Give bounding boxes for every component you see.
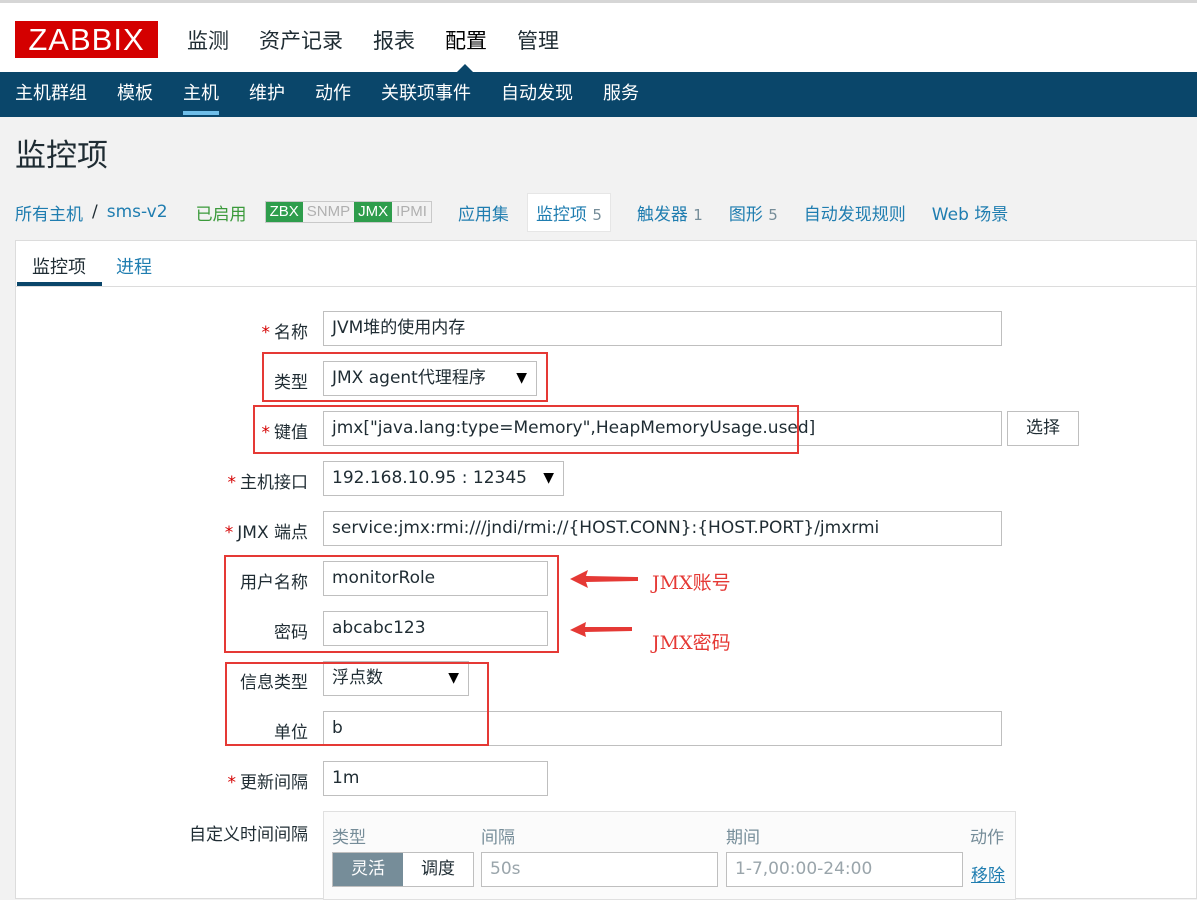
tab-items-label: 监控项 bbox=[535, 204, 587, 225]
active-tab-underline bbox=[17, 282, 102, 286]
custom-interval-input[interactable]: 50s bbox=[481, 852, 718, 887]
info-type-select[interactable]: 浮点数 ▼ bbox=[323, 661, 469, 696]
annotation-jmx-password: JMX密码 bbox=[652, 632, 731, 654]
required-mark: * bbox=[261, 323, 271, 343]
password-input[interactable]: abcabc123 bbox=[323, 611, 548, 646]
top-header: ZABBIX 监测 资产记录 报表 配置 管理 bbox=[0, 0, 1197, 75]
name-label-text: 名称 bbox=[274, 323, 308, 343]
required-mark: * bbox=[261, 423, 271, 443]
tab-graphs[interactable]: 图形 5 bbox=[729, 200, 778, 225]
type-select[interactable]: JMX agent代理程序 ▼ bbox=[323, 361, 537, 396]
nav-administration[interactable]: 管理 bbox=[502, 25, 574, 55]
subnav-hosts[interactable]: 主机 bbox=[168, 72, 234, 117]
breadcrumb-separator: / bbox=[92, 202, 98, 222]
custom-intervals-label: 自定义时间间隔 bbox=[189, 825, 308, 845]
sub-nav: 主机群组 模板 主机 维护 动作 关联项事件 自动发现 服务 bbox=[0, 72, 1197, 117]
snmp-badge: SNMP bbox=[302, 202, 355, 222]
ipmi-badge: IPMI bbox=[392, 202, 431, 222]
username-input[interactable]: monitorRole bbox=[323, 561, 548, 596]
remove-interval-link[interactable]: 移除 bbox=[971, 861, 1005, 886]
zabbix-logo[interactable]: ZABBIX bbox=[15, 21, 158, 58]
tab-web-scenarios[interactable]: Web 场景 bbox=[932, 200, 1008, 225]
interface-label-text: 主机接口 bbox=[240, 473, 308, 493]
tab-triggers[interactable]: 触发器 1 bbox=[637, 200, 703, 225]
subnav-discovery[interactable]: 自动发现 bbox=[486, 72, 588, 117]
key-label: * 键值 bbox=[148, 418, 309, 443]
jmx-badge: JMX bbox=[354, 202, 393, 222]
jmx-endpoint-input[interactable]: service:jmx:rmi:///jndi/rmi://{HOST.CONN… bbox=[323, 511, 1002, 546]
username-label: 用户名称 bbox=[240, 573, 308, 593]
tab-discovery-rules[interactable]: 自动发现规则 bbox=[804, 200, 906, 225]
units-label: 单位 bbox=[274, 723, 308, 743]
tab-items-count: 5 bbox=[592, 205, 602, 224]
name-input[interactable]: JVM堆的使用内存 bbox=[323, 311, 1002, 346]
interface-label: * 主机接口 bbox=[148, 468, 309, 493]
host-status[interactable]: 已启用 bbox=[196, 200, 247, 225]
subnav-templates[interactable]: 模板 bbox=[102, 72, 168, 117]
col-type-header: 类型 bbox=[332, 828, 366, 848]
availability-badges: ZBX SNMP JMX IPMI bbox=[264, 201, 432, 223]
annotation-jmx-account: JMX账号 bbox=[652, 572, 731, 594]
flexible-option[interactable]: 灵活 bbox=[333, 853, 403, 886]
info-type-label: 信息类型 bbox=[240, 673, 308, 693]
form-tabs: 监控项 进程 bbox=[16, 241, 1196, 287]
interval-label: * 更新间隔 bbox=[148, 768, 309, 793]
breadcrumb-all-hosts[interactable]: 所有主机 bbox=[15, 200, 83, 225]
custom-period-input[interactable]: 1-7,00:00-24:00 bbox=[726, 852, 963, 887]
key-label-text: 键值 bbox=[274, 423, 308, 443]
required-mark: * bbox=[227, 773, 237, 793]
tab-applications-label: 应用集 bbox=[457, 204, 509, 225]
jmx-endpoint-label: * JMX 端点 bbox=[148, 518, 308, 543]
dropdown-arrow-icon: ▼ bbox=[543, 470, 554, 486]
interval-type-toggle: 灵活 调度 bbox=[332, 852, 474, 887]
form-tab-item[interactable]: 监控项 bbox=[32, 253, 86, 279]
subnav-host-groups[interactable]: 主机群组 bbox=[0, 72, 102, 117]
key-input[interactable]: jmx["java.lang:type=Memory",HeapMemoryUs… bbox=[323, 411, 1002, 446]
arrow-left-icon bbox=[570, 570, 638, 588]
subnav-correlation[interactable]: 关联项事件 bbox=[366, 72, 486, 117]
tab-graphs-count: 5 bbox=[768, 205, 778, 224]
tab-triggers-count: 1 bbox=[693, 205, 703, 224]
subnav-services[interactable]: 服务 bbox=[588, 72, 654, 117]
interface-select-value: 192.168.10.95 : 12345 bbox=[332, 468, 527, 488]
select-key-button[interactable]: 选择 bbox=[1007, 411, 1079, 446]
host-breadcrumb-bar: 所有主机 / sms-v2 已启用 ZBX SNMP JMX IPMI 应用集 … bbox=[15, 192, 1197, 232]
tab-graphs-label: 图形 bbox=[728, 204, 763, 225]
type-select-value: JMX agent代理程序 bbox=[332, 368, 486, 388]
info-type-select-value: 浮点数 bbox=[332, 668, 383, 688]
tab-applications[interactable]: 应用集 bbox=[458, 200, 509, 225]
dropdown-arrow-icon: ▼ bbox=[516, 370, 527, 386]
nav-reports[interactable]: 报表 bbox=[358, 25, 430, 55]
jmx-endpoint-label-text: JMX 端点 bbox=[237, 523, 308, 543]
breadcrumb-host[interactable]: sms-v2 bbox=[107, 202, 168, 222]
col-action-header: 动作 bbox=[970, 828, 1004, 848]
nav-inventory[interactable]: 资产记录 bbox=[244, 25, 358, 55]
page-title: 监控项 bbox=[15, 138, 108, 174]
required-mark: * bbox=[224, 523, 234, 543]
annotation-arrows bbox=[570, 570, 638, 637]
main-nav: 监测 资产记录 报表 配置 管理 bbox=[172, 25, 574, 55]
custom-intervals-table: 类型 间隔 期间 动作 灵活 调度 50s 1-7,00:00-24:00 移除 bbox=[323, 811, 1016, 900]
subnav-maintenance[interactable]: 维护 bbox=[234, 72, 300, 117]
scheduling-option[interactable]: 调度 bbox=[403, 853, 473, 886]
subnav-actions[interactable]: 动作 bbox=[300, 72, 366, 117]
interface-select[interactable]: 192.168.10.95 : 12345 ▼ bbox=[323, 461, 564, 496]
col-interval-header: 间隔 bbox=[481, 828, 515, 848]
interval-input[interactable]: 1m bbox=[323, 761, 548, 796]
arrow-left-icon bbox=[570, 622, 632, 637]
dropdown-arrow-icon: ▼ bbox=[448, 670, 459, 686]
form-tab-preprocessing[interactable]: 进程 bbox=[116, 253, 152, 279]
type-label: 类型 bbox=[274, 373, 308, 393]
nav-configuration[interactable]: 配置 bbox=[430, 25, 502, 55]
nav-monitoring[interactable]: 监测 bbox=[172, 25, 244, 55]
required-mark: * bbox=[227, 473, 237, 493]
tab-items[interactable]: 监控项 5 bbox=[526, 192, 611, 232]
name-label: * 名称 bbox=[148, 318, 309, 343]
password-label: 密码 bbox=[274, 623, 308, 643]
tab-triggers-label: 触发器 bbox=[636, 204, 688, 225]
units-input[interactable]: b bbox=[323, 711, 1002, 746]
interval-label-text: 更新间隔 bbox=[240, 773, 308, 793]
zbx-badge: ZBX bbox=[265, 202, 303, 222]
col-period-header: 期间 bbox=[726, 828, 760, 848]
